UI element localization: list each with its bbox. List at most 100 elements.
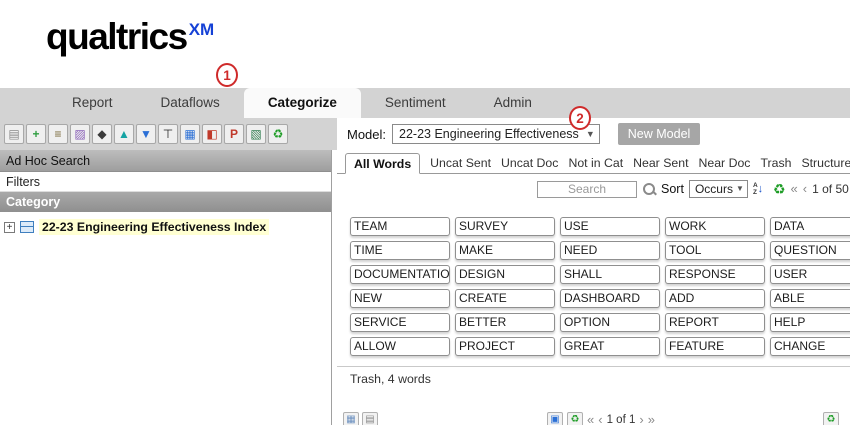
word-button[interactable]: BETTER	[455, 313, 555, 332]
qualtrics-categorize-screen: qualtricsXM Report Dataflows Categorize …	[0, 0, 850, 425]
word-button[interactable]: SURVEY	[455, 217, 555, 236]
word-button[interactable]: SERVICE	[350, 313, 450, 332]
tab-near-sent[interactable]: Near Sent	[633, 156, 688, 173]
category-icon	[20, 221, 34, 233]
nav-tab-admin[interactable]: Admin	[470, 88, 556, 118]
word-grid: TEAM SURVEY USE WORK DATA TIME MAKE NEED…	[350, 217, 850, 356]
hierarchy-icon[interactable]: ⊤	[158, 124, 178, 144]
move-up-icon[interactable]: ▲	[114, 124, 134, 144]
word-button[interactable]: CHANGE	[770, 337, 850, 356]
refresh-icon[interactable]: ♻	[823, 412, 839, 425]
nav-tab-report[interactable]: Report	[48, 88, 137, 118]
move-down-icon[interactable]: ▼	[136, 124, 156, 144]
grid-view-icon[interactable]: ▦	[343, 412, 359, 425]
word-button[interactable]: USER	[770, 265, 850, 284]
merge-icon[interactable]: ◧	[202, 124, 222, 144]
tab-structure[interactable]: Structure	[801, 156, 850, 173]
model-select[interactable]: 22-23 Engineering Effectiveness ▼	[392, 124, 600, 144]
word-button[interactable]: DOCUMENTATION	[350, 265, 450, 284]
image-icon[interactable]: ▨	[70, 124, 90, 144]
bottom-toolbar: ▦ ▤ ▣ ♻ « ‹ 1 of 1 › » ♻	[337, 412, 850, 425]
sidebar: Ad Hoc Search Filters Category + 22-23 E…	[0, 150, 332, 425]
report-icon[interactable]: ▧	[246, 124, 266, 144]
word-button[interactable]: NEED	[560, 241, 660, 260]
word-button[interactable]: DASHBOARD	[560, 289, 660, 308]
category-header[interactable]: Category	[0, 192, 331, 212]
word-button[interactable]: SHALL	[560, 265, 660, 284]
word-tabstrip: All Words Uncat Sent Uncat Doc Not in Ca…	[337, 152, 850, 174]
tree-expander-icon[interactable]: +	[4, 222, 15, 233]
word-button[interactable]: NEW	[350, 289, 450, 308]
sort-select[interactable]: Occurs ▼	[689, 180, 748, 198]
word-button[interactable]: RESPONSE	[665, 265, 765, 284]
word-controls: Sort Occurs ▼ AZ ↓ ♻ « ‹ 1 of 50	[537, 180, 849, 198]
annotation-circle-1: 1	[216, 63, 238, 87]
sort-label: Sort	[661, 182, 684, 196]
bottom-pager-label: 1 of 1	[607, 414, 636, 425]
tab-not-in-cat[interactable]: Not in Cat	[568, 156, 623, 173]
word-button[interactable]: OPTION	[560, 313, 660, 332]
category-tree-row[interactable]: + 22-23 Engineering Effectiveness Index	[0, 212, 331, 242]
table-icon[interactable]: ▦	[180, 124, 200, 144]
word-button[interactable]: CREATE	[455, 289, 555, 308]
word-button[interactable]: REPORT	[665, 313, 765, 332]
model-label: Model:	[347, 127, 386, 142]
word-button[interactable]: HELP	[770, 313, 850, 332]
category-tree-label[interactable]: 22-23 Engineering Effectiveness Index	[39, 219, 269, 235]
tag-icon[interactable]: ◆	[92, 124, 112, 144]
nav-tab-categorize[interactable]: Categorize	[244, 88, 361, 118]
add-icon[interactable]: +	[26, 124, 46, 144]
bottom-pager: ▣ ♻ « ‹ 1 of 1 › »	[547, 412, 655, 425]
export-doc-icon[interactable]: ≡	[48, 124, 68, 144]
qualtrics-logo: qualtricsXM	[46, 16, 212, 58]
section-divider	[337, 366, 850, 367]
search-input[interactable]	[537, 181, 637, 198]
list-view-icon[interactable]: ▤	[362, 412, 378, 425]
search-icon[interactable]	[642, 182, 656, 196]
word-button[interactable]: QUESTION	[770, 241, 850, 260]
bottom-right-icons: ♻	[823, 412, 839, 425]
word-button[interactable]: USE	[560, 217, 660, 236]
nav-tab-dataflows[interactable]: Dataflows	[137, 88, 244, 118]
refresh-icon[interactable]: ♻	[268, 124, 288, 144]
pager-next-icon[interactable]: ›	[639, 413, 643, 425]
word-button[interactable]: DESIGN	[455, 265, 555, 284]
pager-last-icon[interactable]: »	[648, 413, 655, 425]
az-arrow: ↓	[758, 182, 764, 196]
tab-uncat-doc[interactable]: Uncat Doc	[501, 156, 558, 173]
pager-label: 1 of 50	[812, 182, 849, 196]
refresh-icon[interactable]: ♻	[567, 412, 583, 425]
nav-tab-sentiment[interactable]: Sentiment	[361, 88, 470, 118]
tab-near-doc[interactable]: Near Doc	[699, 156, 751, 173]
word-button[interactable]: ADD	[665, 289, 765, 308]
sort-az-icon[interactable]: AZ ↓	[753, 181, 768, 197]
filters-item[interactable]: Filters	[0, 172, 331, 192]
tab-all-words[interactable]: All Words	[345, 153, 420, 174]
pdf-icon[interactable]: P	[224, 124, 244, 144]
save-icon[interactable]: ▤	[4, 124, 24, 144]
word-button[interactable]: PROJECT	[455, 337, 555, 356]
word-button[interactable]: ALLOW	[350, 337, 450, 356]
word-button[interactable]: ABLE	[770, 289, 850, 308]
word-button[interactable]: WORK	[665, 217, 765, 236]
word-button[interactable]: MAKE	[455, 241, 555, 260]
pager-first-icon[interactable]: «	[791, 182, 798, 196]
pager-first-icon[interactable]: «	[587, 413, 594, 425]
tab-uncat-sent[interactable]: Uncat Sent	[430, 156, 491, 173]
adhoc-search-header[interactable]: Ad Hoc Search	[0, 150, 331, 172]
word-button[interactable]: TOOL	[665, 241, 765, 260]
bottom-left-icons: ▦ ▤	[343, 412, 378, 425]
pager-prev-icon[interactable]: ‹	[598, 413, 602, 425]
new-model-button[interactable]: New Model	[618, 123, 701, 145]
word-button[interactable]: DATA	[770, 217, 850, 236]
logo-xm: XM	[189, 20, 215, 39]
nav-tabbar: Report Dataflows Categorize Sentiment Ad…	[0, 88, 850, 118]
word-button[interactable]: FEATURE	[665, 337, 765, 356]
pager-prev-icon[interactable]: ‹	[803, 182, 807, 196]
word-button[interactable]: GREAT	[560, 337, 660, 356]
tab-trash[interactable]: Trash	[760, 156, 791, 173]
word-button[interactable]: TIME	[350, 241, 450, 260]
refresh-icon[interactable]: ♻	[773, 181, 786, 197]
trash-icon[interactable]: ▣	[547, 412, 563, 425]
word-button[interactable]: TEAM	[350, 217, 450, 236]
